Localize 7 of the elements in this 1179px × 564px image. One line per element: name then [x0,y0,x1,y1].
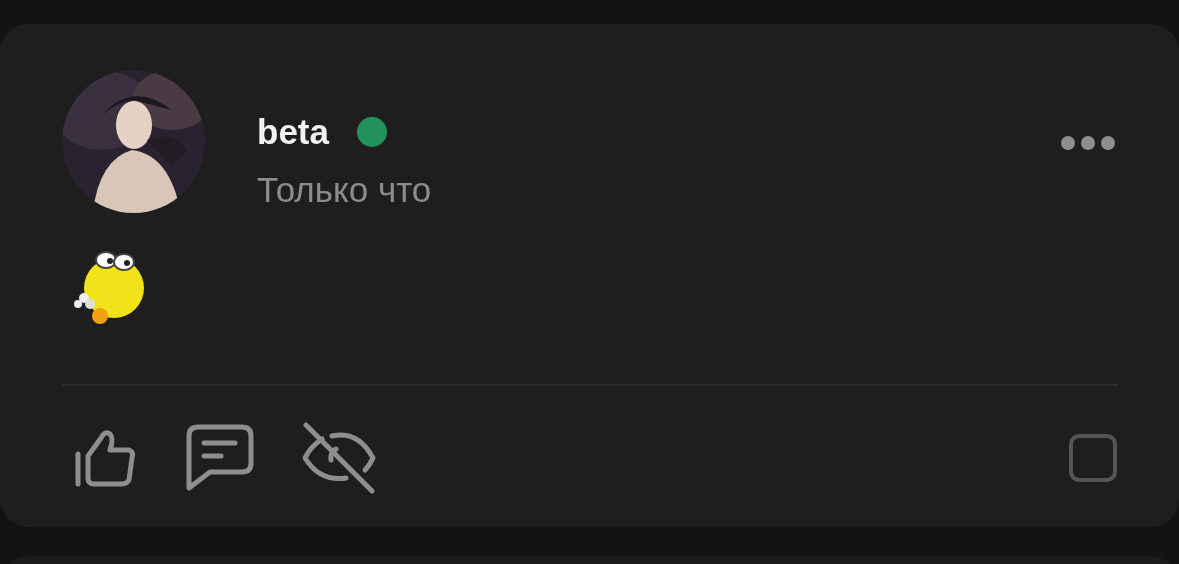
select-checkbox[interactable] [1069,434,1117,482]
hidden-eye-icon[interactable] [302,422,376,494]
author-name[interactable]: beta [257,112,329,152]
comment-icon[interactable] [186,424,254,492]
post-time: Только что [257,170,433,210]
more-options-icon[interactable] [1060,135,1116,151]
thumbs-up-icon[interactable] [74,428,138,488]
